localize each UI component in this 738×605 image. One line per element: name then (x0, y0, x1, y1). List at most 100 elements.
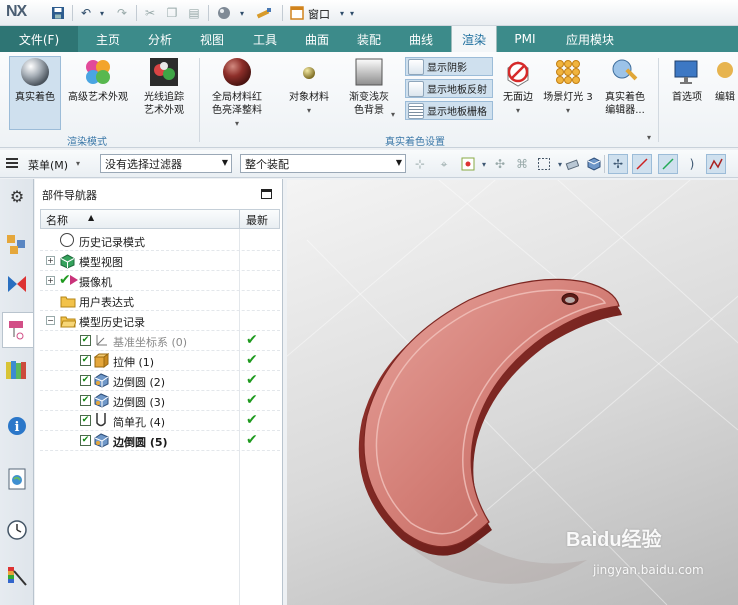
true-shading-label: 真实着色 (15, 92, 55, 103)
endpoint-icon[interactable]: ⌘ (512, 154, 532, 174)
visibility-checkbox[interactable]: ✔ (80, 355, 91, 366)
redo-icon[interactable]: ↷ (114, 5, 130, 21)
settings-gear-icon[interactable]: ⚙ (3, 182, 31, 210)
tree-row[interactable] (40, 351, 280, 371)
visibility-checkbox[interactable]: ✔ (80, 395, 91, 406)
visibility-checkbox[interactable]: ✔ (80, 435, 91, 446)
row-label: 边倒圆 (2) (113, 376, 166, 389)
visibility-checkbox[interactable]: ✔ (80, 335, 91, 346)
info-icon[interactable]: i (3, 412, 31, 440)
object-material-button[interactable]: 对象材料 ▾ (283, 56, 335, 130)
preferences-button[interactable]: 首选项 (665, 56, 709, 130)
true-shading-editor-label-2: 编辑器... (605, 105, 645, 116)
chevron-down-icon[interactable]: ▾ (516, 104, 520, 117)
edge-snap-icon[interactable] (658, 154, 678, 174)
preferences-icon (674, 60, 698, 84)
history-clock-icon[interactable] (3, 516, 31, 544)
part-navigator-icon[interactable] (3, 316, 31, 344)
chevron-down-icon[interactable]: ▾ (307, 104, 311, 117)
show-floor-grid-toggle[interactable]: 显示地板栅格 (405, 101, 493, 120)
reuse-library-icon[interactable] (3, 356, 31, 384)
eraser-icon[interactable] (562, 154, 582, 174)
copy-icon[interactable]: ❐ (164, 5, 180, 21)
line-snap-icon[interactable] (632, 154, 652, 174)
tab-home[interactable]: 主页 (86, 26, 130, 52)
curve-icon[interactable]: ) (682, 154, 702, 174)
visibility-checkbox[interactable]: ✔ (80, 415, 91, 426)
menu-button[interactable]: 菜单(M) (28, 157, 68, 173)
tab-surface[interactable]: 曲面 (295, 26, 339, 52)
raytrace-studio-button[interactable]: 光线追踪 艺术外观 (135, 56, 193, 130)
undo-dropdown-icon[interactable]: ▾ (94, 5, 110, 21)
roles-palette-icon[interactable] (3, 562, 31, 590)
window-menu[interactable]: 窗口 (308, 6, 330, 22)
selection-filter-dropdown[interactable]: 没有选择过滤器 ▼ (100, 154, 232, 173)
chevron-down-icon[interactable]: ▾ (235, 117, 239, 130)
graphics-viewport[interactable] (287, 180, 738, 605)
render-style-dropdown-icon[interactable]: ▾ (234, 5, 250, 21)
select-feature-icon[interactable]: ⊹ (410, 154, 430, 174)
collapse-icon[interactable]: − (46, 316, 55, 325)
tree-row[interactable] (40, 311, 280, 331)
tab-assembly[interactable]: 装配 (347, 26, 391, 52)
object-material-label: 对象材料 (289, 92, 329, 103)
scene-light-button[interactable]: 场景灯光 3 ▾ (541, 56, 595, 130)
row-label: 拉伸 (1) (113, 356, 155, 369)
tab-pmi[interactable]: PMI (503, 26, 547, 52)
chevron-down-icon[interactable]: ▾ (76, 159, 80, 168)
menu-icon[interactable] (6, 158, 18, 168)
visibility-checkbox[interactable]: ✔ (80, 375, 91, 386)
tab-application[interactable]: 应用模块 (558, 26, 622, 52)
chevron-down-icon[interactable]: ▾ (647, 133, 651, 142)
undo-icon[interactable]: ↶ (78, 5, 94, 21)
chevron-down-icon[interactable]: ▾ (391, 110, 395, 119)
no-face-edge-button[interactable]: 无面边 ▾ (498, 56, 538, 130)
simple-hole-icon (95, 412, 107, 431)
edit-object-icon[interactable] (256, 5, 272, 21)
save-icon[interactable] (50, 5, 66, 21)
constraint-navigator-icon[interactable] (3, 270, 31, 298)
show-floor-reflection-toggle[interactable]: 显示地板反射 (405, 79, 493, 98)
cube-icon[interactable] (584, 154, 604, 174)
cut-icon[interactable]: ✂ (142, 5, 158, 21)
tree-row[interactable] (40, 231, 280, 251)
grid-icon (408, 102, 424, 119)
window-icon[interactable] (289, 5, 305, 21)
expand-icon[interactable]: + (46, 276, 55, 285)
snap-grid-icon[interactable]: ✢ (608, 154, 628, 174)
render-style-icon[interactable] (216, 5, 232, 21)
tab-analysis[interactable]: 分析 (138, 26, 182, 52)
tab-view[interactable]: 视图 (190, 26, 234, 52)
edit-button[interactable]: 编辑 (712, 56, 738, 130)
true-shading-button[interactable]: 真实着色 (9, 56, 61, 130)
customize-quick-access-icon[interactable]: ▾ (344, 5, 360, 21)
select-body-icon[interactable]: ⌖ (434, 154, 454, 174)
advanced-studio-button[interactable]: 高级艺术外观 (63, 56, 133, 130)
point-icon[interactable]: ✣ (490, 154, 510, 174)
model-scene[interactable] (287, 180, 738, 605)
tab-tools[interactable]: 工具 (243, 26, 287, 52)
maximize-icon[interactable] (261, 189, 272, 199)
assembly-navigator-icon[interactable] (3, 230, 31, 258)
gradient-background-button[interactable]: 渐变浅灰 色背景 (340, 56, 398, 130)
scope-dropdown[interactable]: 整个装配 ▼ (240, 154, 406, 173)
expand-icon[interactable]: + (46, 256, 55, 265)
tab-render[interactable]: 渲染 (451, 26, 497, 52)
row-label: 边倒圆 (3) (113, 396, 166, 409)
show-shadow-toggle[interactable]: 显示阴影 (405, 57, 493, 76)
web-browser-icon[interactable] (3, 465, 31, 493)
edit-label: 编辑 (715, 92, 735, 103)
column-latest-header[interactable]: 最新 (246, 212, 268, 228)
tree-row[interactable] (40, 291, 280, 311)
row-label: 用户表达式 (79, 296, 134, 309)
column-name-header[interactable]: 名称 (46, 212, 68, 228)
polyline-icon[interactable] (706, 154, 726, 174)
sort-ascending-icon[interactable]: ▲ (88, 213, 94, 222)
paste-icon[interactable]: ▤ (186, 5, 202, 21)
chevron-down-icon[interactable]: ▾ (566, 104, 570, 117)
true-shading-editor-button[interactable]: 真实着色 编辑器... (598, 56, 652, 130)
tree-row[interactable] (40, 251, 280, 271)
file-menu[interactable]: 文件(F) (0, 26, 78, 52)
tab-curve[interactable]: 曲线 (399, 26, 443, 52)
global-material-button[interactable]: 全局材料红 色亮泽整料 ▾ (203, 56, 271, 130)
